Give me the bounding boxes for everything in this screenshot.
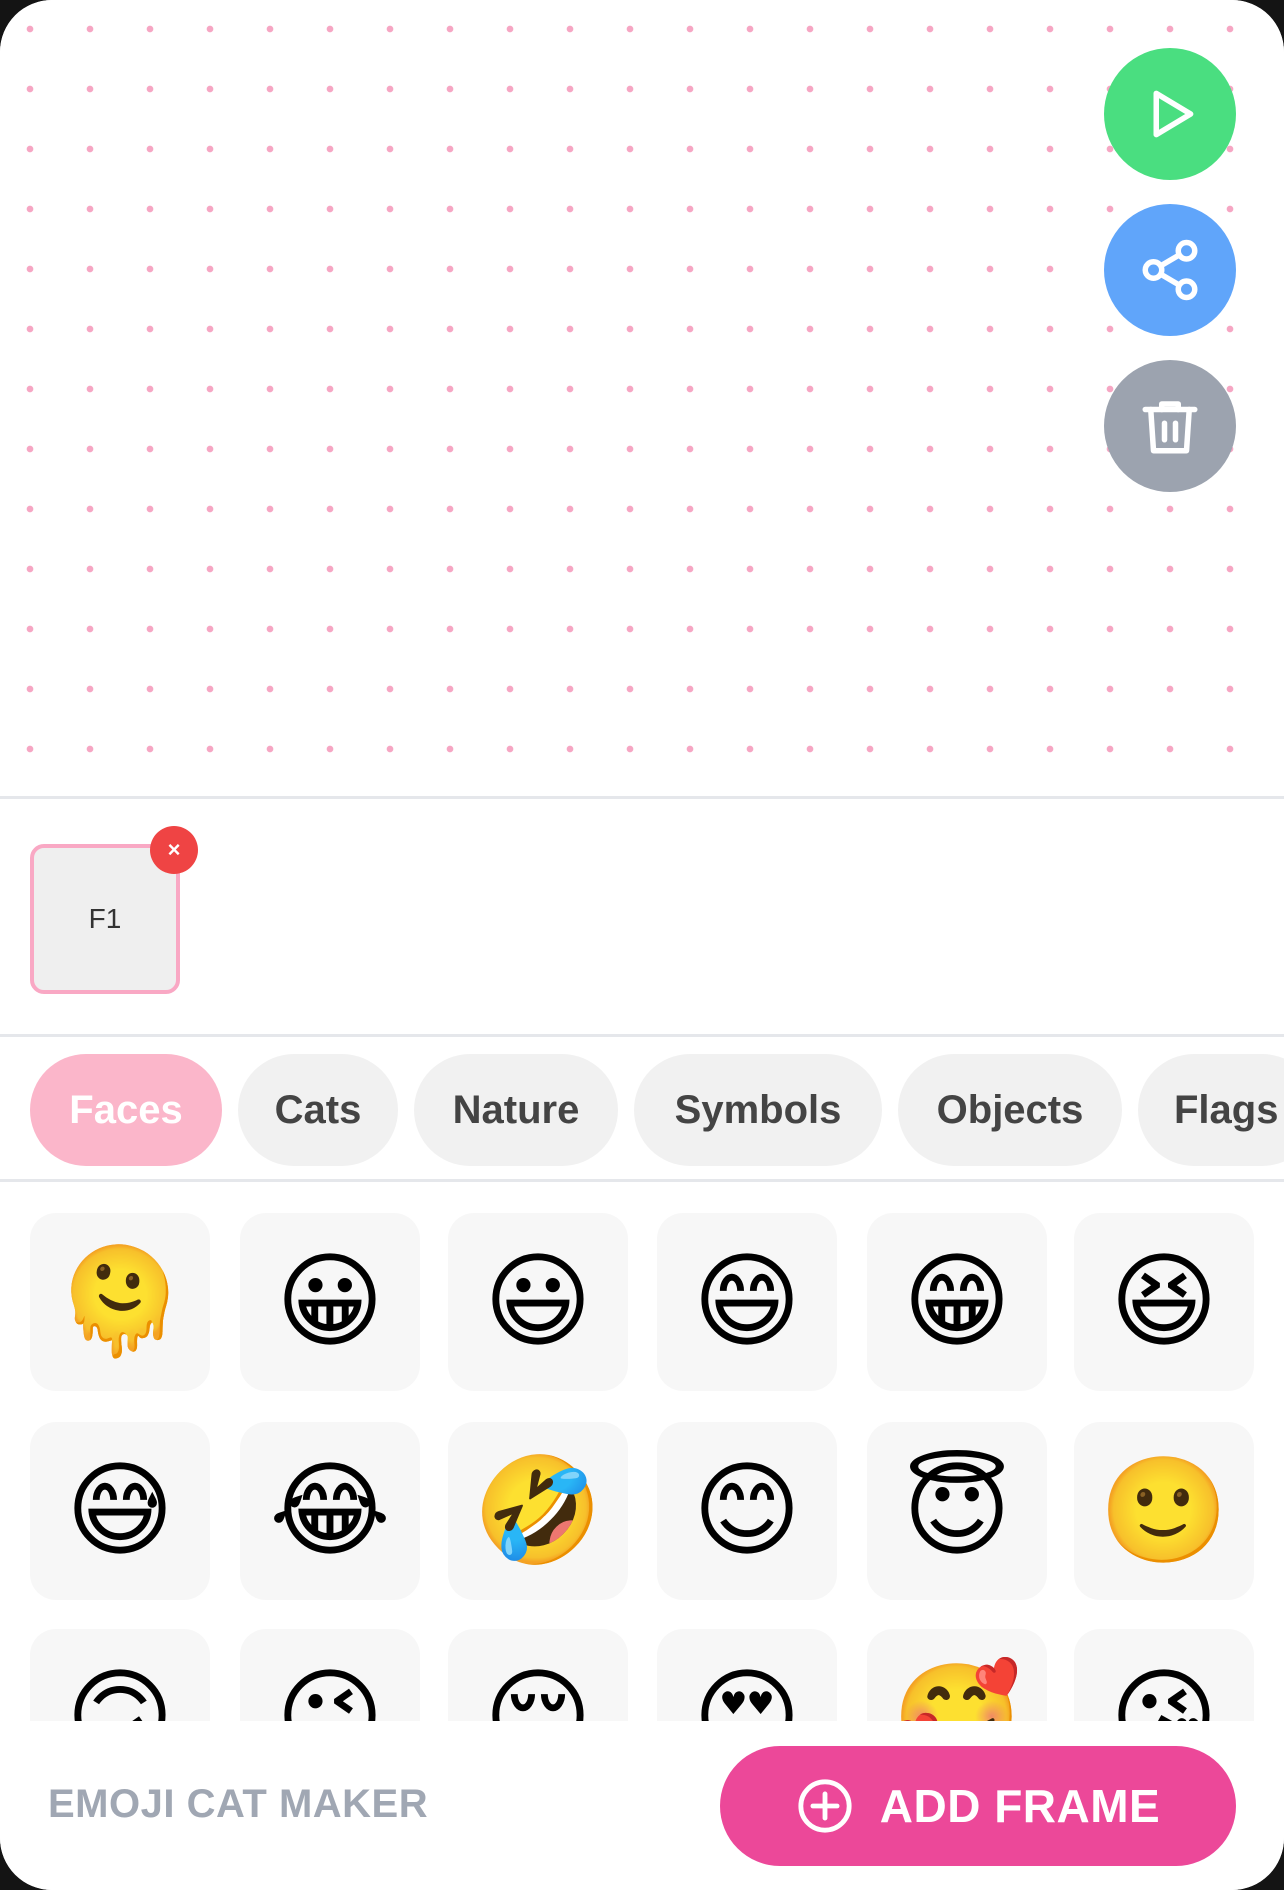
tab-label: Objects <box>936 1087 1084 1132</box>
emoji-cell[interactable]: 🫠 <box>30 1213 210 1391</box>
play-icon <box>1153 90 1194 138</box>
emoji-cell[interactable]: 🥰 <box>867 1629 1047 1721</box>
frame-strip: F1 × <box>0 800 1284 1034</box>
emoji-glyph: 😃 <box>483 1244 593 1360</box>
emoji-cell[interactable]: 😍 <box>657 1629 837 1721</box>
tab-objects[interactable]: Objects <box>898 1054 1122 1166</box>
add-frame-label: ADD FRAME <box>879 1780 1161 1832</box>
emoji-cell[interactable]: 😄 <box>657 1213 837 1391</box>
share-button[interactable] <box>1104 204 1236 336</box>
app-title: EMOJI CAT MAKER <box>48 1782 429 1826</box>
emoji-glyph: 🥰 <box>892 1660 1022 1721</box>
emoji-glyph: 😍 <box>692 1660 802 1721</box>
tab-symbols[interactable]: Symbols <box>634 1054 882 1166</box>
emoji-glyph: 🫠 <box>55 1244 185 1360</box>
emoji-glyph: 😀 <box>275 1244 385 1360</box>
play-button[interactable] <box>1104 48 1236 180</box>
emoji-cell[interactable]: 😁 <box>867 1213 1047 1391</box>
add-frame-button[interactable]: ADD FRAME <box>720 1746 1236 1866</box>
trash-icon <box>1142 401 1198 454</box>
emoji-cell[interactable]: 😌 <box>448 1629 628 1721</box>
emoji-glyph: 😊 <box>692 1453 802 1569</box>
plus-circle-icon <box>798 1779 852 1833</box>
emoji-glyph: 😄 <box>692 1244 802 1360</box>
emoji-cell[interactable]: 😉 <box>240 1629 420 1721</box>
tab-label: Symbols <box>674 1087 842 1132</box>
emoji-glyph: 🤣 <box>473 1453 603 1569</box>
emoji-cell[interactable]: 😅 <box>30 1422 210 1600</box>
emoji-glyph: 😘 <box>1109 1660 1219 1721</box>
tab-cats[interactable]: Cats <box>238 1054 398 1166</box>
app-screen: F1 × Faces Cats Nature Symbols Objects F… <box>0 0 1284 1890</box>
emoji-grid: 🫠 😀 😃 😄 😁 😆 😅 😂 🤣 😊 😇 🙂 🙃 😉 😌 😍 🥰 😘 <box>0 1183 1284 1721</box>
emoji-cell[interactable]: 😂 <box>240 1422 420 1600</box>
tab-label: Cats <box>274 1087 362 1132</box>
emoji-cell[interactable]: 😀 <box>240 1213 420 1391</box>
emoji-cell[interactable]: 😘 <box>1074 1629 1254 1721</box>
emoji-glyph: 🙃 <box>65 1660 175 1721</box>
bottom-bar: EMOJI CAT MAKER ADD FRAME <box>0 1722 1284 1890</box>
tab-label: Faces <box>69 1087 183 1132</box>
tab-faces[interactable]: Faces <box>30 1054 222 1166</box>
delete-button[interactable] <box>1104 360 1236 492</box>
tab-label: Flags <box>1174 1087 1279 1132</box>
emoji-cell[interactable]: 🙃 <box>30 1629 210 1721</box>
emoji-glyph: 😂 <box>269 1453 391 1569</box>
share-icon <box>1142 239 1198 301</box>
close-icon: × <box>167 837 181 862</box>
emoji-cell[interactable]: 🤣 <box>448 1422 628 1600</box>
emoji-glyph: 🙂 <box>1099 1453 1229 1569</box>
drawing-canvas[interactable] <box>0 0 1284 796</box>
emoji-glyph: 😆 <box>1109 1244 1219 1360</box>
tab-nature[interactable]: Nature <box>414 1054 618 1166</box>
emoji-glyph: 😇 <box>902 1453 1012 1569</box>
divider <box>0 1179 1284 1182</box>
emoji-cell[interactable]: 😊 <box>657 1422 837 1600</box>
category-tabs: Faces Cats Nature Symbols Objects Flags <box>0 1038 1284 1180</box>
emoji-cell[interactable]: 😆 <box>1074 1213 1254 1391</box>
emoji-glyph: 😌 <box>483 1660 593 1721</box>
remove-frame-button[interactable]: × <box>150 826 198 874</box>
emoji-cell[interactable]: 🙂 <box>1074 1422 1254 1600</box>
tab-flags[interactable]: Flags <box>1138 1054 1284 1166</box>
emoji-glyph: 😅 <box>65 1453 175 1569</box>
emoji-glyph: 😉 <box>275 1660 385 1721</box>
divider <box>0 1034 1284 1037</box>
frame-label: F1 <box>88 903 122 934</box>
divider <box>0 796 1284 799</box>
emoji-cell[interactable]: 😃 <box>448 1213 628 1391</box>
tab-label: Nature <box>452 1087 580 1132</box>
emoji-cell[interactable]: 😇 <box>867 1422 1047 1600</box>
emoji-glyph: 😁 <box>902 1244 1012 1360</box>
